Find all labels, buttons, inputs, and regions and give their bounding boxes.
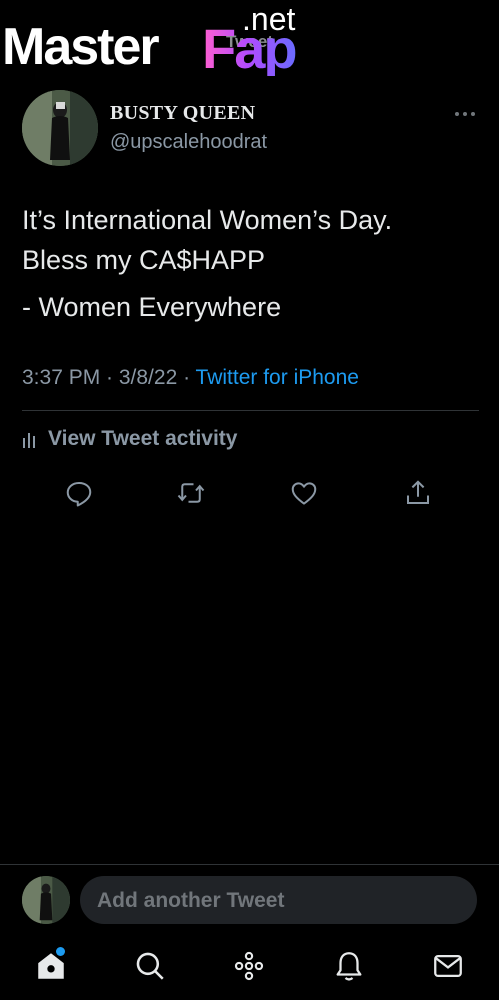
- home-icon[interactable]: [34, 946, 68, 986]
- tweet-text: It’s International Women’s Day. Bless my…: [22, 200, 482, 280]
- tweet-text-line: It’s International Women’s Day.: [22, 205, 393, 235]
- analytics-icon: [23, 433, 35, 448]
- tweet-source-link[interactable]: Twitter for iPhone: [196, 366, 359, 389]
- more-options-icon[interactable]: [452, 102, 478, 126]
- avatar[interactable]: [22, 90, 98, 166]
- tweet-text-line: Bless my CA$HAPP: [22, 245, 266, 275]
- tweet-actions: [0, 478, 499, 510]
- reply-placeholder: Add another Tweet: [97, 889, 285, 912]
- divider: [22, 410, 479, 411]
- activity-label: View Tweet activity: [48, 427, 238, 450]
- retweet-icon[interactable]: [176, 478, 206, 508]
- search-icon[interactable]: [133, 946, 167, 986]
- bottom-navigation: [0, 946, 499, 990]
- like-icon[interactable]: [289, 478, 319, 508]
- author-handle[interactable]: @upscalehoodrat: [110, 131, 267, 154]
- tweet-metadata: 3:37 PM · 3/8/22 · Twitter for iPhone: [22, 366, 359, 390]
- divider: [0, 864, 499, 865]
- view-tweet-activity-button[interactable]: View Tweet activity: [22, 427, 237, 451]
- watermark-logo: Master Fap .net: [2, 2, 298, 76]
- tweet-signature: - Women Everywhere: [22, 292, 282, 322]
- avatar-photo: [22, 90, 98, 166]
- notifications-icon[interactable]: [332, 946, 366, 986]
- avatar[interactable]: [22, 876, 70, 924]
- svg-text:.net: .net: [242, 2, 295, 37]
- tweet-timestamp: 3:37 PM · 3/8/22 ·: [22, 366, 196, 389]
- author-name[interactable]: BUSTY QUEEN: [110, 102, 255, 125]
- svg-text:Master: Master: [2, 18, 159, 76]
- reply-icon[interactable]: [64, 478, 94, 508]
- spaces-icon[interactable]: [232, 946, 266, 986]
- messages-icon[interactable]: [431, 946, 465, 986]
- reply-input[interactable]: Add another Tweet: [80, 876, 477, 924]
- share-icon[interactable]: [403, 478, 433, 508]
- avatar-photo: [22, 876, 70, 924]
